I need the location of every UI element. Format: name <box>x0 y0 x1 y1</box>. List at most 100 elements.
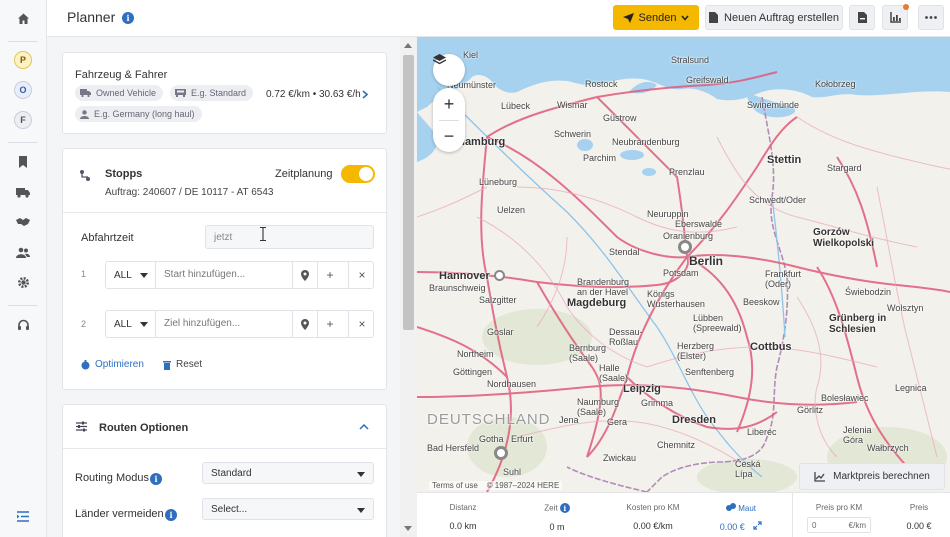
handshake-icon[interactable] <box>13 212 33 232</box>
city-label: Liberec <box>747 427 777 437</box>
info-icon[interactable]: i <box>559 503 570 513</box>
city-label: Dresden <box>672 414 717 426</box>
vehicle-heading: Fahrzeug & Fahrer <box>75 69 168 81</box>
avatar-o[interactable]: O <box>13 80 33 100</box>
city-label: Cottbus <box>750 341 792 353</box>
scheduling-toggle[interactable] <box>341 165 375 183</box>
city-label: Uelzen <box>497 205 526 215</box>
city-label: Göttingen <box>453 367 493 377</box>
avatar-f[interactable]: F <box>13 110 33 130</box>
city-label: Swinemünde <box>747 100 800 110</box>
truck-icon[interactable] <box>13 182 33 202</box>
destination-filter-select[interactable]: ALL <box>106 311 156 337</box>
zoom-in-button[interactable]: + <box>433 88 465 120</box>
city-label: Gotha <box>479 434 504 444</box>
city-label: Güstrow <box>603 113 637 123</box>
routing-mode-select[interactable]: Standard <box>202 462 374 484</box>
start-filter-select[interactable]: ALL <box>106 262 156 288</box>
expand-icon[interactable] <box>753 521 762 530</box>
location-marker[interactable] <box>494 270 505 281</box>
send-button[interactable]: Senden <box>613 5 699 30</box>
more-button[interactable] <box>918 5 944 30</box>
info-icon[interactable]: i <box>122 12 134 24</box>
chart-line-icon <box>814 471 826 482</box>
ellipsis-icon <box>925 16 937 19</box>
city-label: Herzberg (Elster) <box>677 341 715 361</box>
close-icon[interactable]: × <box>348 262 375 288</box>
headset-icon[interactable] <box>13 315 33 335</box>
city-label: Magdeburg <box>567 297 627 309</box>
reset-button[interactable]: Reset <box>163 359 202 370</box>
city-label: Dessau- Roßlau <box>609 327 643 347</box>
city-label: Schwedt/Oder <box>749 195 807 205</box>
chart-button[interactable] <box>882 4 909 30</box>
new-order-button[interactable]: Neuen Auftrag erstellen <box>705 5 843 30</box>
city-label: Greifswald <box>686 75 729 85</box>
city-label: Grimma <box>641 398 673 408</box>
add-icon[interactable]: + <box>317 311 342 337</box>
city-label: Senftenberg <box>685 367 735 377</box>
top-bar: Planner i Senden Neuen Auftrag erstellen <box>47 0 950 37</box>
bookmark-icon[interactable] <box>13 152 33 172</box>
planner-panel: Fahrzeug & Fahrer Owned Vehicle E.g. Sta… <box>47 37 417 537</box>
city-label: Suhl <box>503 467 522 477</box>
close-icon[interactable]: × <box>348 311 375 337</box>
city-label: Nordhausen <box>487 379 537 389</box>
city-label: Königs Wusterhausen <box>647 289 705 309</box>
start-stop-row: ALL Start hinzufügen... + × <box>105 261 374 289</box>
chart-icon <box>889 12 901 23</box>
export-document-button[interactable] <box>849 5 875 30</box>
route-options-header[interactable]: Routen Optionen <box>63 405 386 448</box>
add-icon[interactable]: + <box>317 262 342 288</box>
start-input[interactable]: Start hinzufügen... <box>164 269 245 280</box>
city-label: Oranienburg <box>663 231 714 241</box>
zoom-controls: + − <box>433 88 465 152</box>
collapse-sidebar-icon[interactable] <box>13 506 33 526</box>
map-layers-button[interactable] <box>433 54 465 86</box>
destination-input[interactable]: Ziel hinzufügen... <box>164 318 240 329</box>
city-label: Neuruppin <box>647 209 689 219</box>
city-label: Kiel <box>463 50 479 60</box>
market-price-button[interactable]: Marktpreis berechnen <box>799 463 945 490</box>
vehicle-card[interactable]: Fahrzeug & Fahrer Owned Vehicle E.g. Sta… <box>62 52 387 134</box>
optimize-button[interactable]: Optimieren <box>81 359 144 370</box>
toll-icon <box>725 503 736 511</box>
avatar-p[interactable]: P <box>13 50 33 70</box>
users-icon[interactable] <box>13 242 33 262</box>
city-label: Chemnitz <box>657 440 696 450</box>
scrollbar-thumb[interactable] <box>403 55 414 330</box>
city-label: Jelenia Góra <box>843 425 872 445</box>
location-marker[interactable] <box>494 446 508 460</box>
sliders-icon <box>76 421 87 432</box>
driver-chip: E.g. Germany (long haul) <box>75 106 202 122</box>
distance-stat: Distanz 0.0 km <box>449 503 477 531</box>
home-icon[interactable] <box>13 8 33 28</box>
map-view[interactable]: Kiel Neumünster Rostock Greifswald Stral… <box>417 37 950 492</box>
terms-link[interactable]: Terms of use <box>432 481 478 490</box>
map-pin-icon[interactable] <box>292 262 317 288</box>
city-label: Parchim <box>583 153 617 163</box>
price-per-km-input[interactable]: 0 €/km <box>807 517 871 533</box>
city-label: Leipzig <box>623 383 661 395</box>
person-icon <box>80 109 89 119</box>
gear-icon[interactable] <box>13 272 33 292</box>
berlin-marker[interactable] <box>678 240 692 254</box>
zoom-out-button[interactable]: − <box>433 120 465 152</box>
departure-input[interactable]: jetzt <box>205 225 374 249</box>
chevron-right-icon[interactable] <box>362 90 368 99</box>
city-label: Potsdam <box>663 268 699 278</box>
city-label: Jena <box>559 415 579 425</box>
city-label: Česká Lípa <box>735 459 761 479</box>
city-label: Wolsztyn <box>887 303 924 313</box>
avoid-countries-select[interactable]: Select... <box>202 498 374 520</box>
city-label: Lübeck <box>501 101 531 111</box>
info-icon[interactable]: i <box>165 509 177 521</box>
panel-scrollbar[interactable] <box>400 37 417 537</box>
stopwatch-icon <box>81 359 90 369</box>
vehicle-chip: Owned Vehicle <box>75 85 164 101</box>
trash-icon <box>163 360 171 370</box>
map-pin-icon[interactable] <box>292 311 317 337</box>
city-label: Stettin <box>767 154 802 166</box>
info-icon[interactable]: i <box>150 473 162 485</box>
map-attribution: Terms of use © 1987–2024 HERE <box>429 481 563 490</box>
